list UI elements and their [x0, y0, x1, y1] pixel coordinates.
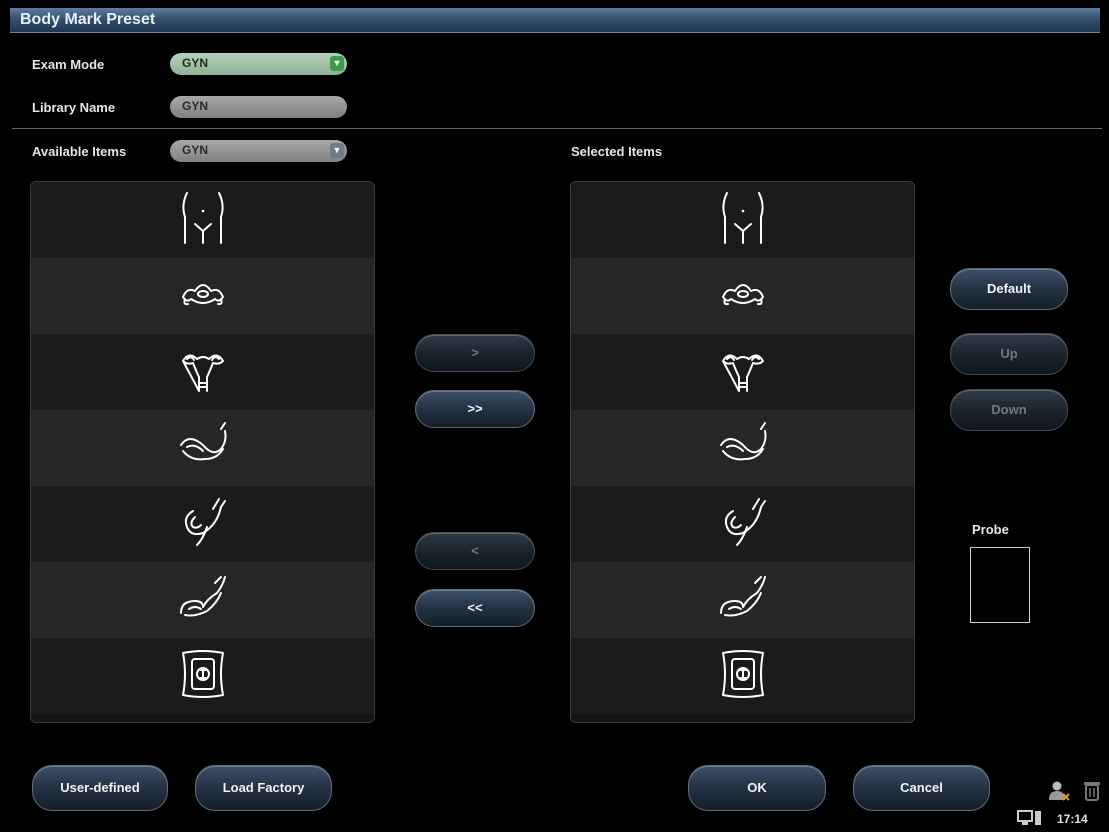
- uterus-frame-icon: [173, 647, 233, 706]
- available-list-item[interactable]: [31, 334, 374, 410]
- title-bar: Body Mark Preset: [10, 8, 1100, 33]
- exam-mode-label: Exam Mode: [32, 57, 105, 72]
- library-name-field[interactable]: GYN: [170, 96, 347, 118]
- add-one-button[interactable]: >: [415, 334, 535, 372]
- selected-list-item[interactable]: [571, 638, 914, 714]
- monitor-icon: [1017, 810, 1043, 826]
- dropdown-arrow-icon[interactable]: ▼: [330, 56, 344, 71]
- uterus-sagittal-icon: [713, 419, 773, 478]
- ovary-icon: [173, 267, 233, 326]
- exam-mode-select[interactable]: GYN ▼: [170, 53, 347, 75]
- available-list-item[interactable]: [31, 258, 374, 334]
- uterus-anteverted-icon: [173, 495, 233, 554]
- window-title: Body Mark Preset: [20, 11, 156, 28]
- available-items-label: Available Items: [32, 144, 127, 159]
- ok-button[interactable]: OK: [688, 765, 826, 811]
- clock-time: 17:14: [1057, 812, 1088, 826]
- library-name-label: Library Name: [32, 100, 116, 115]
- uterus-retroverted-icon: [713, 571, 773, 630]
- selected-list-item[interactable]: [571, 410, 914, 486]
- add-all-button[interactable]: >>: [415, 390, 535, 428]
- dropdown-arrow-icon[interactable]: ▼: [330, 143, 344, 158]
- probe-label: Probe: [972, 522, 1009, 537]
- selected-list-item[interactable]: [571, 486, 914, 562]
- selected-list-item[interactable]: [571, 562, 914, 638]
- load-factory-button[interactable]: Load Factory: [195, 765, 332, 811]
- remove-one-button[interactable]: <: [415, 532, 535, 570]
- divider: [12, 128, 1102, 129]
- cancel-button[interactable]: Cancel: [853, 765, 990, 811]
- ovary-icon: [713, 267, 773, 326]
- selected-items-list[interactable]: [570, 181, 915, 723]
- remove-all-button[interactable]: <<: [415, 589, 535, 627]
- pelvis-icon: [713, 191, 773, 250]
- available-items-value: GYN: [182, 143, 209, 157]
- selected-list-item[interactable]: [571, 182, 914, 258]
- pelvis-icon: [173, 191, 233, 250]
- default-button[interactable]: Default: [950, 268, 1068, 310]
- probe-preview: [970, 547, 1030, 623]
- library-name-value: GYN: [182, 99, 209, 113]
- uterus-anteverted-icon: [713, 495, 773, 554]
- uterus-sagittal-icon: [173, 419, 233, 478]
- user-defined-button[interactable]: User-defined: [32, 765, 168, 811]
- available-items-list[interactable]: [30, 181, 375, 723]
- exam-mode-value: GYN: [182, 56, 209, 70]
- uterus-adnexa-icon: [713, 343, 773, 402]
- up-button[interactable]: Up: [950, 333, 1068, 375]
- selected-list-item[interactable]: [571, 258, 914, 334]
- uterus-retroverted-icon: [173, 571, 233, 630]
- trash-icon[interactable]: [1083, 780, 1101, 802]
- uterus-frame-icon: [713, 647, 773, 706]
- selected-list-item[interactable]: [571, 334, 914, 410]
- available-list-item[interactable]: [31, 410, 374, 486]
- uterus-adnexa-icon: [173, 343, 233, 402]
- available-list-item[interactable]: [31, 638, 374, 714]
- available-items-select[interactable]: GYN ▼: [170, 140, 347, 162]
- available-list-item[interactable]: [31, 182, 374, 258]
- selected-items-label: Selected Items: [571, 144, 663, 159]
- down-button[interactable]: Down: [950, 389, 1068, 431]
- user-icon: [1048, 780, 1072, 802]
- available-list-item[interactable]: [31, 486, 374, 562]
- available-list-item[interactable]: [31, 562, 374, 638]
